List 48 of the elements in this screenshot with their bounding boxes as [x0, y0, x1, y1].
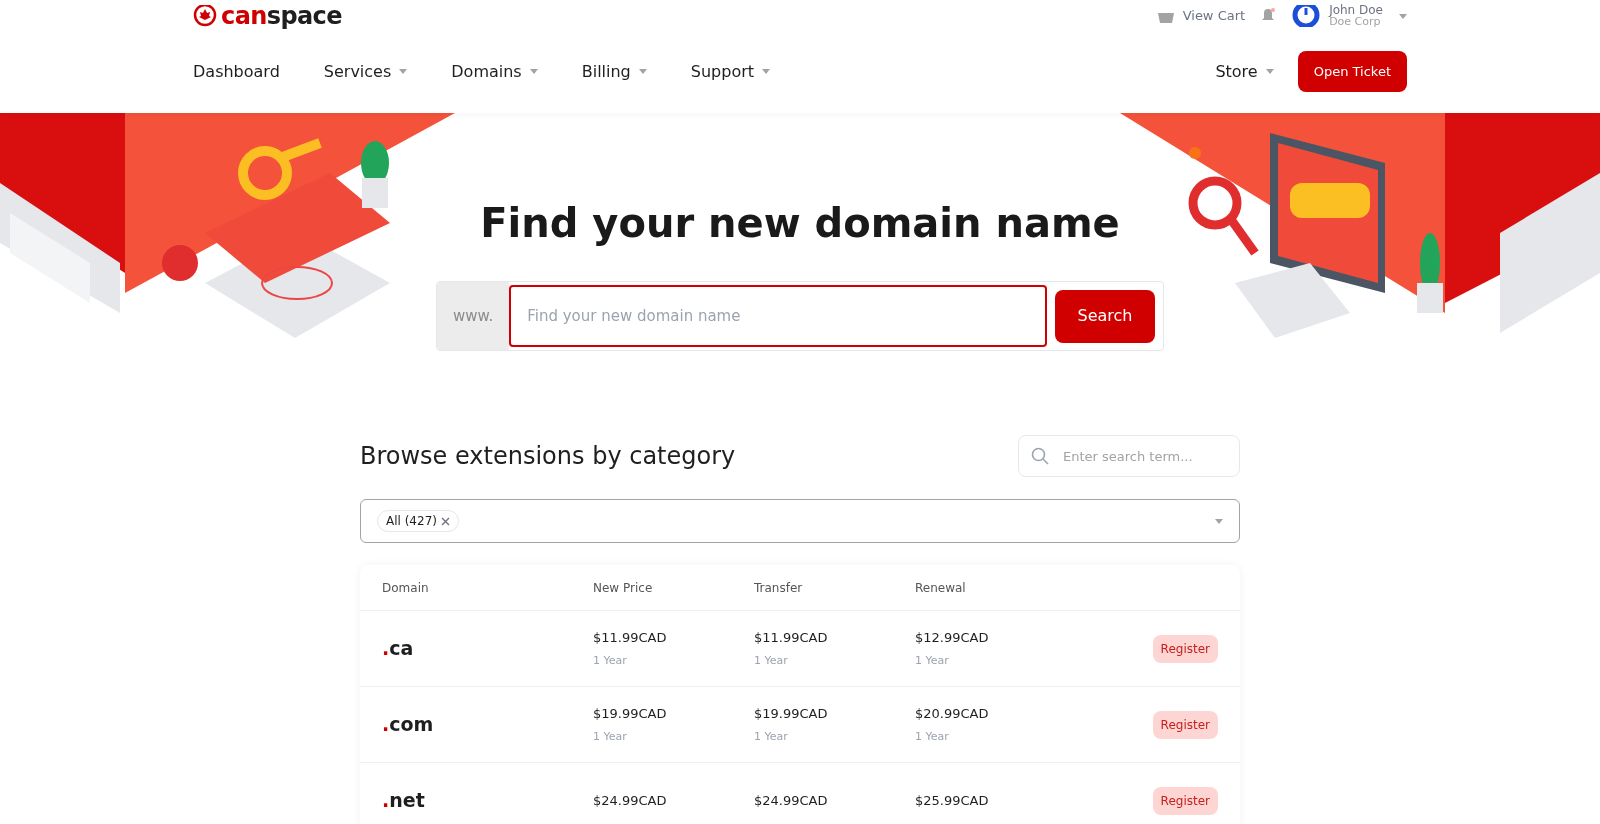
price-text: $19.99CAD — [754, 705, 829, 723]
search-button[interactable]: Search — [1055, 289, 1155, 343]
nav-menu-item[interactable]: Domains — [451, 59, 538, 84]
caret-icon — [1215, 518, 1223, 524]
section-title: Browse extensions by category — [360, 441, 736, 472]
register-button[interactable]: Register — [1152, 786, 1218, 815]
logo-text[interactable]: canspace — [221, 4, 342, 28]
term-text: 1 Year — [593, 728, 628, 745]
register-button[interactable]: Register — [1152, 710, 1218, 739]
nav-menu-item[interactable]: Billing — [581, 59, 647, 84]
term-text: 1 Year — [915, 652, 950, 669]
column-header: Renewal — [915, 579, 967, 597]
company-name: Doe Corp — [1329, 16, 1382, 27]
maple-leaf-logo-icon — [193, 5, 217, 27]
term-text: 1 Year — [593, 652, 628, 669]
price-text: $24.99CAD — [593, 791, 668, 810]
close-icon[interactable] — [440, 516, 450, 526]
open-ticket-button[interactable]: Open Ticket — [1297, 51, 1407, 92]
price-text: $12.99CAD — [915, 629, 990, 647]
price-text: $19.99CAD — [593, 705, 668, 723]
term-text: 1 Year — [915, 728, 950, 745]
price-text: $11.99CAD — [593, 629, 668, 647]
caret-icon — [1399, 13, 1407, 19]
nav-menu-item[interactable]: Services — [323, 59, 408, 84]
tld-name: .com — [382, 712, 435, 738]
search-icon — [1031, 447, 1049, 465]
column-header: Domain — [382, 579, 430, 597]
tld-name: .ca — [382, 636, 415, 662]
price-text: $25.99CAD — [915, 791, 990, 810]
price-text: $20.99CAD — [915, 705, 990, 723]
term-text: 1 Year — [754, 728, 789, 745]
nav-menu-item[interactable]: Dashboard — [193, 59, 280, 84]
view-cart-link[interactable]: View Cart — [1156, 6, 1246, 26]
extension-search-field[interactable]: Enter search term... — [1018, 435, 1240, 477]
register-button[interactable]: Register — [1152, 634, 1218, 663]
category-select[interactable]: All (427) — [360, 499, 1240, 543]
user-name[interactable]: John Doe — [1329, 5, 1383, 16]
term-text: 1 Year — [754, 652, 789, 669]
column-header: Transfer — [754, 579, 804, 597]
nav-menu-item[interactable]: Support — [690, 59, 770, 84]
power-avatar-icon[interactable] — [1291, 5, 1322, 27]
domain-search-input[interactable]: Find your new domain name — [509, 285, 1047, 347]
store-menu-item[interactable]: Store — [1215, 59, 1274, 84]
price-text: $11.99CAD — [754, 629, 829, 647]
column-header: New Price — [593, 579, 654, 597]
www-prefix: www. — [437, 282, 510, 350]
tld-name: .net — [382, 788, 426, 814]
price-text: $24.99CAD — [754, 791, 829, 810]
